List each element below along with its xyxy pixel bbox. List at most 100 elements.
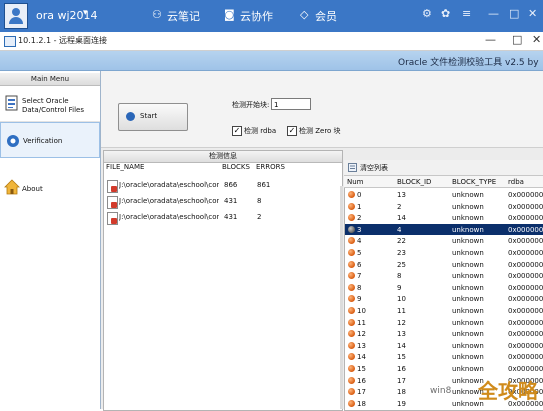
menu-item-label: Verification <box>23 137 63 145</box>
table-row[interactable]: 7 8 unknown 0x00000004 <box>345 270 543 281</box>
settings-icon[interactable]: ⚙ <box>422 7 432 20</box>
watermark-site: win8 <box>430 386 452 396</box>
status-dot-icon <box>348 225 355 233</box>
app-titlebar: Oracle 文件检测校验工具 v2.5 by <box>0 51 543 71</box>
rdba-value: 0x00000005 <box>508 295 543 304</box>
status-dot-icon <box>348 376 355 384</box>
app-title: Oracle 文件检测校验工具 v2.5 by <box>398 58 539 68</box>
column-header[interactable]: rdba <box>508 178 524 186</box>
status-dot-icon <box>348 341 355 349</box>
nav-collaboration[interactable]: 云协作 <box>240 8 273 24</box>
avatar[interactable] <box>4 3 28 29</box>
skin-icon[interactable]: ✿ <box>441 7 450 20</box>
table-row[interactable]: 2 14 unknown 0x0000000E <box>345 212 543 223</box>
row-num: 3 <box>357 225 362 234</box>
rdp-minimize-icon[interactable]: — <box>485 33 496 46</box>
table-row[interactable]: 6 25 unknown 0x00000019 <box>345 259 543 270</box>
table-row[interactable]: 14 15 unknown 0x00000005 <box>345 351 543 362</box>
table-row[interactable]: 10 11 unknown 0x00000009 <box>345 305 543 316</box>
row-num: 5 <box>357 249 362 257</box>
table-row[interactable]: 12 13 unknown 0x00000005 <box>345 328 543 339</box>
table-row[interactable]: 5 23 unknown 0x00000017 <box>345 247 543 258</box>
block-id: 15 <box>397 353 406 362</box>
minimize-icon[interactable]: — <box>488 7 499 20</box>
database-files-icon <box>5 95 18 111</box>
table-row[interactable]: J:\oracle\oradata\eschool\control0... 43… <box>107 195 337 209</box>
menu-item-verification[interactable]: Verification <box>0 122 100 158</box>
table-row[interactable]: 4 22 unknown 0x00000016 <box>345 235 543 246</box>
errors-value: 8 <box>257 197 262 205</box>
check-rdba-label: 检测 rdba <box>244 127 277 135</box>
row-num: 16 <box>357 376 366 385</box>
status-dot-icon <box>348 283 355 291</box>
column-header[interactable]: FILE_NAME <box>106 163 144 171</box>
clear-list-button[interactable]: 清空列表 <box>360 163 388 173</box>
rdp-maximize-icon[interactable]: □ <box>512 33 522 46</box>
start-block-label: 检测开始块: <box>232 101 270 109</box>
table-row[interactable]: 13 14 unknown 0x00000007 <box>345 340 543 351</box>
row-num: 0 <box>357 191 362 199</box>
block-id: 2 <box>397 202 402 211</box>
main-menu-header: Main Menu <box>0 73 100 86</box>
block-id: 13 <box>397 330 406 339</box>
file-error-icon <box>107 180 118 193</box>
column-header[interactable]: BLOCK_TYPE <box>452 178 496 186</box>
close-icon[interactable]: ✕ <box>528 7 537 20</box>
nav-cloud-note[interactable]: 云笔记 <box>167 8 200 24</box>
avatar-body <box>9 17 23 24</box>
rdp-close-icon[interactable]: ✕ <box>532 33 541 46</box>
block-type: unknown <box>452 341 484 350</box>
results-toolbar: 清空列表 <box>344 160 543 176</box>
table-row[interactable]: 11 12 unknown 0x0000000C <box>345 317 543 328</box>
start-block-input[interactable]: 1 <box>271 98 311 110</box>
block-type: unknown <box>452 272 484 281</box>
chevron-down-icon[interactable]: ▾ <box>83 8 88 18</box>
rdba-value: 0x00000005 <box>508 330 543 339</box>
rdba-value: 0x00000019 <box>508 260 543 269</box>
column-header[interactable]: BLOCKS <box>222 163 250 171</box>
block-id: 19 <box>397 399 406 408</box>
gear-icon <box>7 135 19 147</box>
row-num: 18 <box>357 399 366 408</box>
row-num: 1 <box>357 202 362 211</box>
row-num: 4 <box>357 237 362 246</box>
column-header[interactable]: Num <box>347 178 364 186</box>
block-id: 22 <box>397 237 406 246</box>
table-row[interactable]: J:\oracle\oradata\eschool\control0... 86… <box>107 179 337 193</box>
table-row[interactable]: 8 9 unknown 0x00000009 <box>345 282 543 293</box>
row-num: 2 <box>357 214 362 223</box>
menu-item-about[interactable]: About <box>0 171 100 205</box>
block-type: unknown <box>452 330 484 339</box>
rdba-value: 0x00000009 <box>508 283 543 292</box>
block-type: unknown <box>452 295 484 304</box>
column-header[interactable]: ERRORS <box>256 163 285 171</box>
rdba-value: 0x00000017 <box>508 249 543 257</box>
block-id: 18 <box>397 388 406 397</box>
table-row[interactable]: 3 4 unknown 0x00000002 <box>345 223 543 235</box>
check-zero-checkbox[interactable]: ✓ <box>287 126 297 136</box>
status-dot-icon <box>348 307 355 314</box>
status-dot-icon <box>348 353 355 361</box>
maximize-icon[interactable]: □ <box>509 7 519 20</box>
column-header[interactable]: BLOCK_ID <box>397 178 431 186</box>
menu-icon[interactable]: ≡ <box>462 7 471 20</box>
check-rdba-checkbox[interactable]: ✓ <box>232 126 242 136</box>
menu-item-select-files[interactable]: Select Oracle Data/Control Files <box>0 87 100 122</box>
blocks-value: 431 <box>224 197 238 205</box>
table-row[interactable]: 0 13 unknown 0x00000005 <box>345 189 543 200</box>
rdba-value: 0x00000009 <box>508 307 543 315</box>
row-num: 11 <box>357 318 366 327</box>
username[interactable]: ora wj2014 <box>36 9 98 22</box>
block-type: unknown <box>452 214 484 223</box>
file-name: J:\oracle\oradata\eschool\control0... <box>119 181 219 189</box>
splitter[interactable] <box>340 186 343 409</box>
table-row[interactable]: 1 2 unknown 0x00000002 <box>345 201 543 212</box>
block-type: unknown <box>452 202 484 211</box>
table-row[interactable]: 9 10 unknown 0x00000005 <box>345 293 543 304</box>
nav-membership[interactable]: 会员 <box>315 8 337 24</box>
table-row[interactable]: J:\oracle\oradata\eschool\control0... 43… <box>107 211 337 225</box>
start-button[interactable]: Start <box>118 103 188 131</box>
rdba-value: 0x00000016 <box>508 237 543 246</box>
rdba-value: 0x00000002 <box>508 225 543 234</box>
block-type: unknown <box>452 318 484 327</box>
